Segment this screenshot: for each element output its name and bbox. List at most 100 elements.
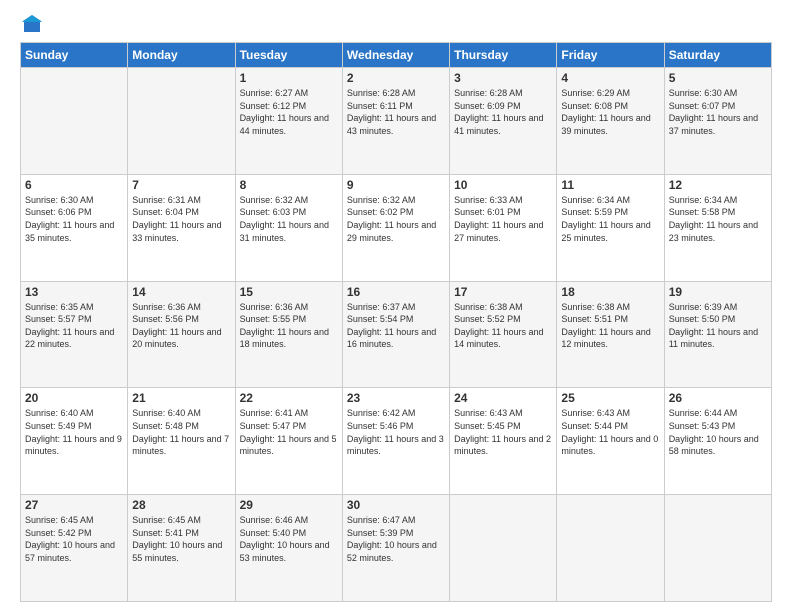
day-number: 5	[669, 71, 767, 85]
calendar-cell	[557, 495, 664, 602]
day-info: Sunrise: 6:28 AM Sunset: 6:11 PM Dayligh…	[347, 87, 445, 137]
day-info: Sunrise: 6:40 AM Sunset: 5:48 PM Dayligh…	[132, 407, 230, 457]
calendar-cell: 22 Sunrise: 6:41 AM Sunset: 5:47 PM Dayli…	[235, 388, 342, 495]
calendar-cell: 13 Sunrise: 6:35 AM Sunset: 5:57 PM Dayli…	[21, 281, 128, 388]
calendar-cell: 3 Sunrise: 6:28 AM Sunset: 6:09 PM Daylig…	[450, 68, 557, 175]
day-number: 15	[240, 285, 338, 299]
calendar-cell: 29 Sunrise: 6:46 AM Sunset: 5:40 PM Dayli…	[235, 495, 342, 602]
day-number: 23	[347, 391, 445, 405]
day-info: Sunrise: 6:29 AM Sunset: 6:08 PM Dayligh…	[561, 87, 659, 137]
day-info: Sunrise: 6:45 AM Sunset: 5:42 PM Dayligh…	[25, 514, 123, 564]
page: SundayMondayTuesdayWednesdayThursdayFrid…	[0, 0, 792, 612]
day-info: Sunrise: 6:31 AM Sunset: 6:04 PM Dayligh…	[132, 194, 230, 244]
day-info: Sunrise: 6:40 AM Sunset: 5:49 PM Dayligh…	[25, 407, 123, 457]
header-day-monday: Monday	[128, 43, 235, 68]
day-info: Sunrise: 6:36 AM Sunset: 5:55 PM Dayligh…	[240, 301, 338, 351]
day-number: 10	[454, 178, 552, 192]
day-info: Sunrise: 6:32 AM Sunset: 6:03 PM Dayligh…	[240, 194, 338, 244]
day-number: 4	[561, 71, 659, 85]
header-day-saturday: Saturday	[664, 43, 771, 68]
calendar-cell: 19 Sunrise: 6:39 AM Sunset: 5:50 PM Dayli…	[664, 281, 771, 388]
calendar-cell: 10 Sunrise: 6:33 AM Sunset: 6:01 PM Dayli…	[450, 174, 557, 281]
calendar-cell	[664, 495, 771, 602]
day-number: 20	[25, 391, 123, 405]
header-day-tuesday: Tuesday	[235, 43, 342, 68]
day-info: Sunrise: 6:46 AM Sunset: 5:40 PM Dayligh…	[240, 514, 338, 564]
day-number: 2	[347, 71, 445, 85]
day-number: 3	[454, 71, 552, 85]
calendar-cell: 6 Sunrise: 6:30 AM Sunset: 6:06 PM Daylig…	[21, 174, 128, 281]
day-info: Sunrise: 6:39 AM Sunset: 5:50 PM Dayligh…	[669, 301, 767, 351]
day-info: Sunrise: 6:33 AM Sunset: 6:01 PM Dayligh…	[454, 194, 552, 244]
day-info: Sunrise: 6:35 AM Sunset: 5:57 PM Dayligh…	[25, 301, 123, 351]
day-info: Sunrise: 6:43 AM Sunset: 5:45 PM Dayligh…	[454, 407, 552, 457]
calendar-cell	[21, 68, 128, 175]
calendar-cell: 9 Sunrise: 6:32 AM Sunset: 6:02 PM Daylig…	[342, 174, 449, 281]
day-info: Sunrise: 6:41 AM Sunset: 5:47 PM Dayligh…	[240, 407, 338, 457]
header-day-thursday: Thursday	[450, 43, 557, 68]
calendar-cell: 5 Sunrise: 6:30 AM Sunset: 6:07 PM Daylig…	[664, 68, 771, 175]
calendar-cell: 25 Sunrise: 6:43 AM Sunset: 5:44 PM Dayli…	[557, 388, 664, 495]
header-day-wednesday: Wednesday	[342, 43, 449, 68]
calendar-cell: 21 Sunrise: 6:40 AM Sunset: 5:48 PM Dayli…	[128, 388, 235, 495]
calendar-cell: 12 Sunrise: 6:34 AM Sunset: 5:58 PM Dayli…	[664, 174, 771, 281]
day-number: 16	[347, 285, 445, 299]
day-number: 25	[561, 391, 659, 405]
day-info: Sunrise: 6:36 AM Sunset: 5:56 PM Dayligh…	[132, 301, 230, 351]
day-info: Sunrise: 6:28 AM Sunset: 6:09 PM Dayligh…	[454, 87, 552, 137]
day-info: Sunrise: 6:44 AM Sunset: 5:43 PM Dayligh…	[669, 407, 767, 457]
header-day-friday: Friday	[557, 43, 664, 68]
calendar-body: 1 Sunrise: 6:27 AM Sunset: 6:12 PM Daylig…	[21, 68, 772, 602]
day-number: 19	[669, 285, 767, 299]
day-info: Sunrise: 6:42 AM Sunset: 5:46 PM Dayligh…	[347, 407, 445, 457]
calendar-cell: 30Sunrise: 6:47 AM Sunset: 5:39 PM Dayli…	[342, 495, 449, 602]
header-day-sunday: Sunday	[21, 43, 128, 68]
day-info: Sunrise: 6:30 AM Sunset: 6:07 PM Dayligh…	[669, 87, 767, 137]
calendar-cell: 20 Sunrise: 6:40 AM Sunset: 5:49 PM Dayli…	[21, 388, 128, 495]
calendar-cell: 14Sunrise: 6:36 AM Sunset: 5:56 PM Dayli…	[128, 281, 235, 388]
week-row-2: 6 Sunrise: 6:30 AM Sunset: 6:06 PM Daylig…	[21, 174, 772, 281]
calendar-cell: 7 Sunrise: 6:31 AM Sunset: 6:04 PM Daylig…	[128, 174, 235, 281]
day-number: 26	[669, 391, 767, 405]
day-number: 1	[240, 71, 338, 85]
calendar-cell: 26 Sunrise: 6:44 AM Sunset: 5:43 PM Dayli…	[664, 388, 771, 495]
calendar-cell: 1 Sunrise: 6:27 AM Sunset: 6:12 PM Daylig…	[235, 68, 342, 175]
day-number: 7	[132, 178, 230, 192]
day-number: 6	[25, 178, 123, 192]
day-number: 28	[132, 498, 230, 512]
day-number: 11	[561, 178, 659, 192]
day-number: 22	[240, 391, 338, 405]
day-number: 12	[669, 178, 767, 192]
day-number: 18	[561, 285, 659, 299]
day-number: 13	[25, 285, 123, 299]
day-number: 29	[240, 498, 338, 512]
day-number: 21	[132, 391, 230, 405]
calendar-cell	[128, 68, 235, 175]
day-info: Sunrise: 6:38 AM Sunset: 5:51 PM Dayligh…	[561, 301, 659, 351]
calendar-cell: 4 Sunrise: 6:29 AM Sunset: 6:08 PM Daylig…	[557, 68, 664, 175]
day-info: Sunrise: 6:45 AM Sunset: 5:41 PM Dayligh…	[132, 514, 230, 564]
day-number: 9	[347, 178, 445, 192]
calendar-cell: 8 Sunrise: 6:32 AM Sunset: 6:03 PM Daylig…	[235, 174, 342, 281]
logo	[20, 16, 42, 34]
calendar-cell	[450, 495, 557, 602]
day-info: Sunrise: 6:34 AM Sunset: 5:58 PM Dayligh…	[669, 194, 767, 244]
calendar-cell: 2 Sunrise: 6:28 AM Sunset: 6:11 PM Daylig…	[342, 68, 449, 175]
header	[20, 16, 772, 34]
day-info: Sunrise: 6:43 AM Sunset: 5:44 PM Dayligh…	[561, 407, 659, 457]
week-row-4: 20 Sunrise: 6:40 AM Sunset: 5:49 PM Dayli…	[21, 388, 772, 495]
logo-icon	[22, 14, 42, 34]
day-number: 30	[347, 498, 445, 512]
calendar-cell: 18 Sunrise: 6:38 AM Sunset: 5:51 PM Dayli…	[557, 281, 664, 388]
day-info: Sunrise: 6:27 AM Sunset: 6:12 PM Dayligh…	[240, 87, 338, 137]
calendar-header: SundayMondayTuesdayWednesdayThursdayFrid…	[21, 43, 772, 68]
calendar: SundayMondayTuesdayWednesdayThursdayFrid…	[20, 42, 772, 602]
day-info: Sunrise: 6:32 AM Sunset: 6:02 PM Dayligh…	[347, 194, 445, 244]
week-row-3: 13 Sunrise: 6:35 AM Sunset: 5:57 PM Dayli…	[21, 281, 772, 388]
day-info: Sunrise: 6:30 AM Sunset: 6:06 PM Dayligh…	[25, 194, 123, 244]
day-number: 27	[25, 498, 123, 512]
day-number: 8	[240, 178, 338, 192]
calendar-cell: 11Sunrise: 6:34 AM Sunset: 5:59 PM Dayli…	[557, 174, 664, 281]
week-row-5: 27 Sunrise: 6:45 AM Sunset: 5:42 PM Dayli…	[21, 495, 772, 602]
calendar-cell: 17Sunrise: 6:38 AM Sunset: 5:52 PM Dayli…	[450, 281, 557, 388]
